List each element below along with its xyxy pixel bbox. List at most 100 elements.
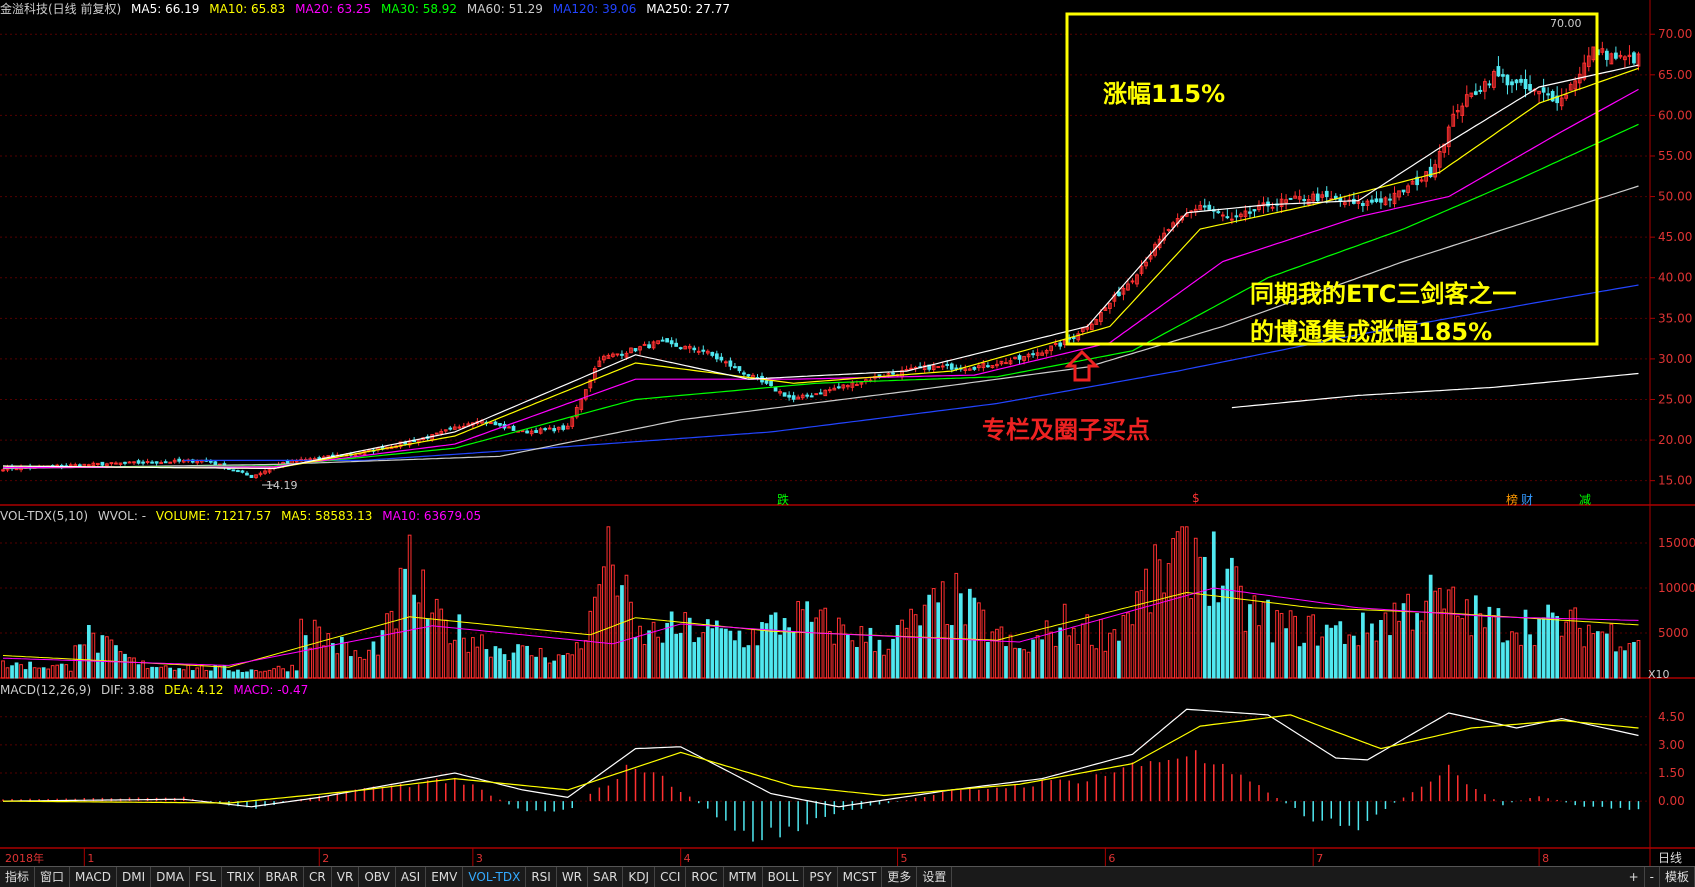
volume-bar (1528, 634, 1532, 679)
marker-jian[interactable]: 减 (1579, 491, 1591, 508)
zoom-out-button[interactable]: - (1645, 867, 1660, 887)
tab-13[interactable]: VOL-TDX (463, 867, 527, 887)
volume-bar (1, 660, 5, 679)
candle-body (1017, 355, 1022, 360)
ma120-value: MA120: 39.06 (552, 2, 637, 16)
stock-chart[interactable]: 70.0065.0060.0055.0050.0045.0040.0035.00… (0, 0, 1695, 886)
volume-bar (245, 671, 249, 679)
tab-22[interactable]: PSY (804, 867, 838, 887)
volume-bar (1347, 634, 1352, 679)
indicator-tab-bar: 指标 窗口 MACD DMI DMA FSL TRIX BRAR CR VR OBV ASI EMV VO… (0, 866, 1695, 887)
price-tick-label: 40.00 (1658, 271, 1692, 285)
volume-bar (195, 667, 200, 679)
volume-bar (263, 670, 267, 679)
marker-cai[interactable]: 财 (1521, 491, 1533, 508)
tab-20[interactable]: MTM (724, 867, 763, 887)
tab-23[interactable]: MCST (838, 867, 883, 887)
volume-bar (1519, 644, 1523, 679)
volume-bar (877, 639, 882, 679)
tab-25[interactable]: 设置 (917, 867, 953, 887)
tab-9[interactable]: VR (332, 867, 360, 887)
candle-body (949, 363, 954, 370)
candle-body (1053, 342, 1058, 345)
volume-bar (1356, 645, 1361, 679)
tab-18[interactable]: CCI (655, 867, 687, 887)
tab-17[interactable]: KDJ (623, 867, 656, 887)
volume-bar (1198, 556, 1203, 679)
tab-0[interactable]: 指标 (0, 867, 36, 887)
volume-bar (1550, 612, 1555, 679)
volume-bar (742, 647, 746, 679)
volume-bar (1211, 531, 1216, 679)
volume-bar (1035, 635, 1040, 679)
candle-body (1550, 91, 1555, 102)
volume-bar (213, 664, 218, 679)
template-button[interactable]: 模板 (1660, 867, 1695, 887)
volume-bar (882, 654, 886, 679)
volume-bar (1022, 649, 1026, 679)
volume-bar (647, 630, 651, 679)
volume-bar (186, 664, 191, 679)
candle-body (620, 353, 624, 356)
tab-5[interactable]: FSL (190, 867, 222, 887)
volume-bar (1370, 623, 1374, 679)
tab-3[interactable]: DMI (117, 867, 152, 887)
volume-bar (240, 672, 245, 679)
volume-bar (746, 645, 751, 679)
zoom-in-button[interactable]: + (1624, 867, 1645, 887)
volume-bar (1261, 601, 1266, 679)
tab-14[interactable]: RSI (526, 867, 557, 887)
candle-body (434, 432, 439, 435)
vol-indicator-name: VOL-TDX(5,10) (0, 509, 89, 523)
volume-bar (864, 641, 868, 679)
volume-bar (967, 588, 972, 679)
tab-11[interactable]: ASI (396, 867, 427, 887)
ma60-value: MA60: 51.29 (466, 2, 543, 16)
volume-bar (1193, 537, 1198, 679)
candle-body (1501, 74, 1505, 77)
volume-bar (136, 664, 141, 679)
volume-bar (1171, 538, 1175, 679)
marker-die[interactable]: 跌 (777, 491, 789, 508)
volume-bar (981, 609, 986, 679)
tab-10[interactable]: OBV (359, 867, 396, 887)
tab-19[interactable]: ROC (686, 867, 724, 887)
tab-21[interactable]: BOLL (763, 867, 805, 887)
volume-bar (565, 653, 570, 679)
ma20-value: MA20: 63.25 (295, 2, 372, 16)
candle-body (647, 344, 651, 349)
tab-4[interactable]: DMA (151, 867, 190, 887)
volume-bar (1505, 640, 1510, 679)
volume-bar (227, 670, 231, 679)
volume-bar (100, 635, 105, 679)
volume-bar (403, 568, 407, 679)
candle-body (615, 353, 620, 356)
volume-bar (367, 649, 371, 679)
volume-bar (579, 648, 584, 679)
volume-bar (1112, 629, 1117, 679)
volume-bar (272, 668, 276, 679)
volume-bar (1239, 585, 1243, 679)
candle-body (1519, 78, 1523, 83)
candle-body (1546, 93, 1550, 96)
tab-2[interactable]: MACD (70, 867, 118, 887)
candle-body (240, 470, 245, 473)
tab-16[interactable]: SAR (588, 867, 624, 887)
tab-7[interactable]: BRAR (260, 867, 305, 887)
candle-body (1528, 84, 1532, 91)
tab-1[interactable]: 窗口 (35, 867, 71, 887)
tab-24[interactable]: 更多 (882, 867, 918, 887)
volume-bar (1523, 609, 1528, 679)
candle-body (764, 380, 769, 384)
tab-12[interactable]: EMV (426, 867, 464, 887)
volume-bar (1433, 590, 1438, 679)
marker-dollar[interactable]: $ (1192, 491, 1200, 505)
tab-15[interactable]: WR (557, 867, 589, 887)
volume-bar (64, 664, 69, 679)
volume-bar (1031, 639, 1035, 679)
tab-6[interactable]: TRIX (222, 867, 261, 887)
candle-body (787, 394, 791, 398)
marker-bang[interactable]: 榜 (1506, 491, 1518, 508)
tab-8[interactable]: CR (304, 867, 332, 887)
candle-body (1514, 79, 1519, 84)
